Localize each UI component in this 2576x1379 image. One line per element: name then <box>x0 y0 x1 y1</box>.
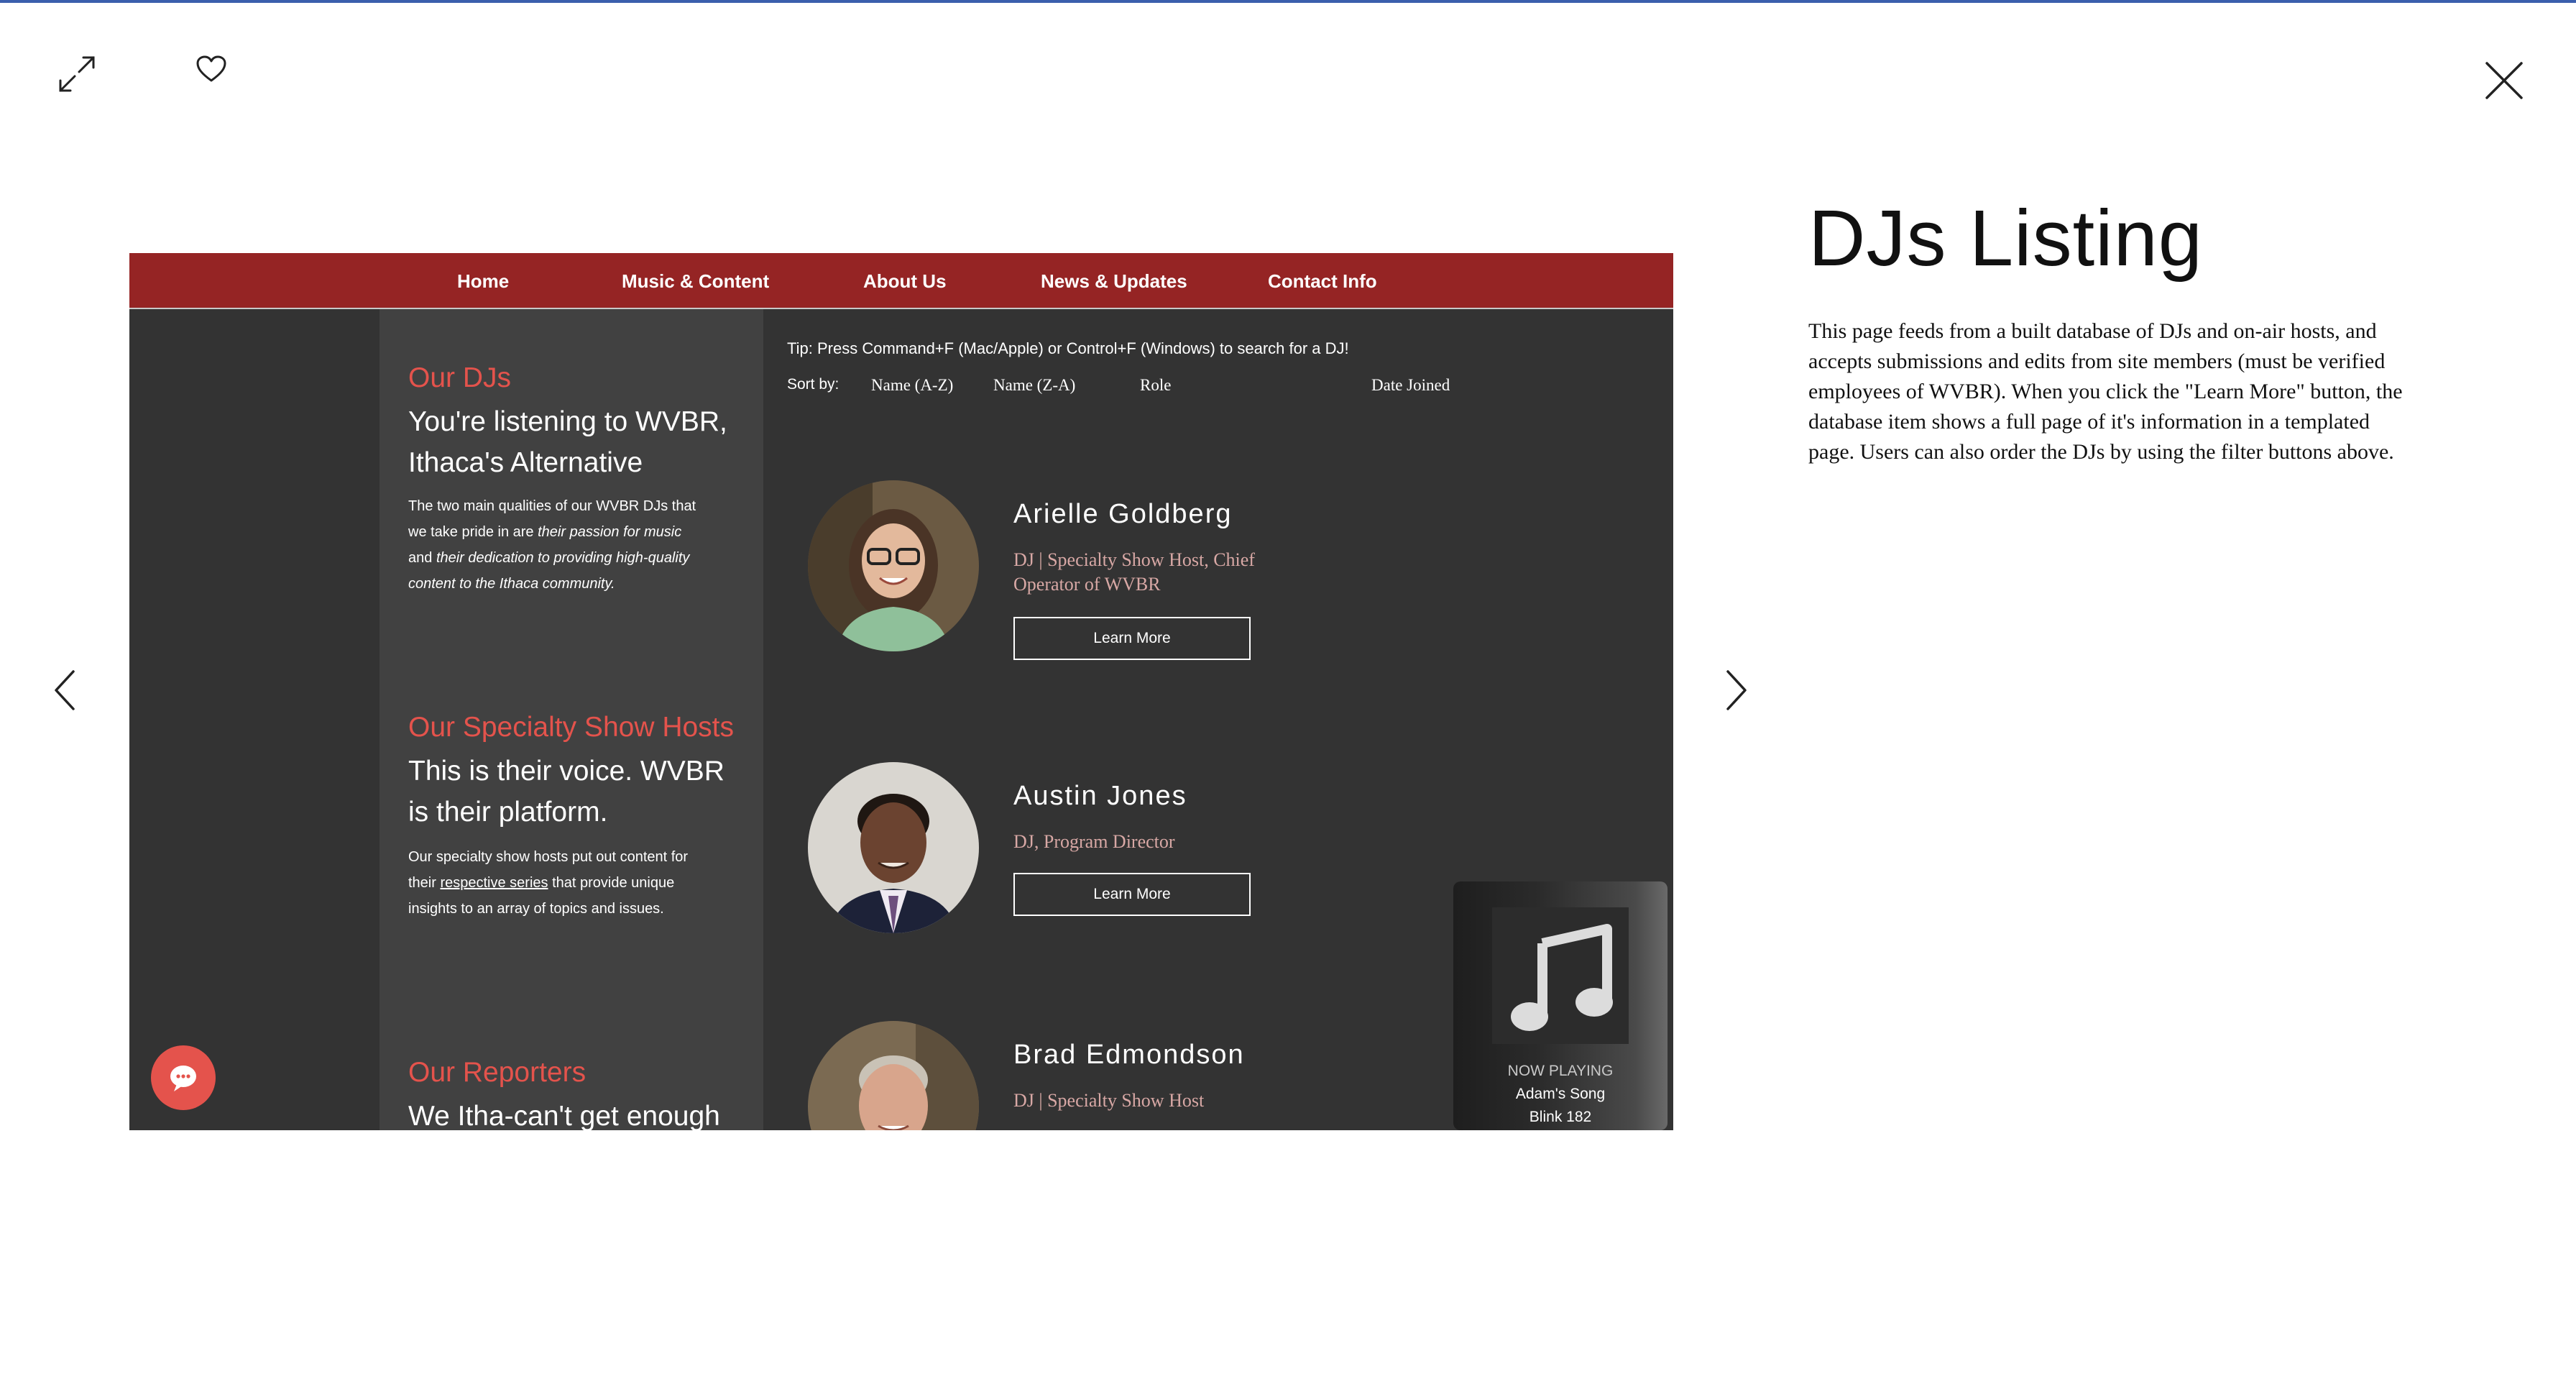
respective-series-link[interactable]: respective series <box>440 875 548 891</box>
djs-description: The two main qualities of our WVBR DJs t… <box>408 498 696 592</box>
specialty-subheading: This is their voice. WVBR is their platf… <box>408 756 724 828</box>
nav-contact-info[interactable]: Contact Info <box>1268 253 1377 309</box>
chevron-right-icon[interactable] <box>1725 669 1748 712</box>
learn-more-button[interactable]: Learn More <box>1013 617 1251 660</box>
dj-photo <box>808 480 979 651</box>
dj-name: Austin Jones <box>1013 781 1187 811</box>
dj-photo <box>808 1021 979 1130</box>
search-tip: Tip: Press Command+F (Mac/Apple) or Cont… <box>787 339 1349 357</box>
expand-icon[interactable] <box>56 53 98 95</box>
intro-column: Our DJs You're listening to WVBR, Ithaca… <box>380 309 763 1130</box>
dj-card: Austin Jones DJ, Program Director Learn … <box>786 742 1433 1001</box>
now-playing-song: Adam's Song <box>1515 1086 1606 1102</box>
dj-name: Arielle Goldberg <box>1013 499 1233 529</box>
nav-music-content[interactable]: Music & Content <box>622 253 769 309</box>
learn-more-button[interactable]: Learn More <box>1013 873 1251 916</box>
music-player-widget[interactable]: NOW PLAYING Adam's Song Blink 182 <box>1453 881 1668 1130</box>
chevron-left-icon[interactable] <box>53 669 76 712</box>
sort-name-za[interactable]: Name (Z-A) <box>993 376 1075 395</box>
sort-role[interactable]: Role <box>1140 376 1171 395</box>
heart-icon[interactable] <box>196 55 227 83</box>
reporters-heading: Our Reporters <box>408 1057 586 1088</box>
sort-date-joined[interactable]: Date Joined <box>1371 376 1450 395</box>
close-icon[interactable] <box>2484 60 2524 101</box>
dj-photo <box>808 762 979 933</box>
specialty-heading: Our Specialty Show Hosts <box>408 712 735 743</box>
now-playing-artist: Blink 182 <box>1529 1109 1592 1125</box>
specialty-description: Our specialty show hosts put out content… <box>408 849 689 917</box>
top-accent-line <box>0 0 2576 3</box>
nav-home[interactable]: Home <box>457 253 509 309</box>
nav-about-us[interactable]: About Us <box>863 253 947 309</box>
dj-role: DJ, Program Director <box>1013 831 1175 852</box>
project-title: DJs Listing <box>1808 194 2203 283</box>
dj-name: Brad Edmondson <box>1013 1040 1245 1070</box>
dj-card: Arielle Goldberg DJ | Specialty Show Hos… <box>786 460 1433 719</box>
music-note-icon <box>1492 907 1629 1044</box>
now-playing-label: NOW PLAYING <box>1507 1063 1614 1079</box>
djs-heading: Our DJs <box>408 362 512 393</box>
project-description: This page feeds from a built database of… <box>1808 319 2403 464</box>
sort-name-az[interactable]: Name (A-Z) <box>871 376 953 395</box>
site-nav-bar: Home Music & Content About Us News & Upd… <box>129 253 1673 309</box>
left-background-band <box>129 309 380 1130</box>
djs-subheading: You're listening to WVBR, Ithaca's Alter… <box>408 406 727 478</box>
dj-role: DJ | Specialty Show Host <box>1013 1090 1205 1111</box>
project-screenshot: Home Music & Content About Us News & Upd… <box>129 253 1673 1130</box>
reporters-subheading: We Itha-can't get enough <box>408 1101 720 1130</box>
dj-role: DJ | Specialty Show Host, Chief Operator… <box>1013 549 1255 595</box>
dj-card: Brad Edmondson DJ | Specialty Show Host <box>786 1001 1433 1130</box>
nav-news-updates[interactable]: News & Updates <box>1041 253 1187 309</box>
chat-icon[interactable] <box>151 1045 216 1110</box>
sort-label: Sort by: <box>787 376 840 393</box>
